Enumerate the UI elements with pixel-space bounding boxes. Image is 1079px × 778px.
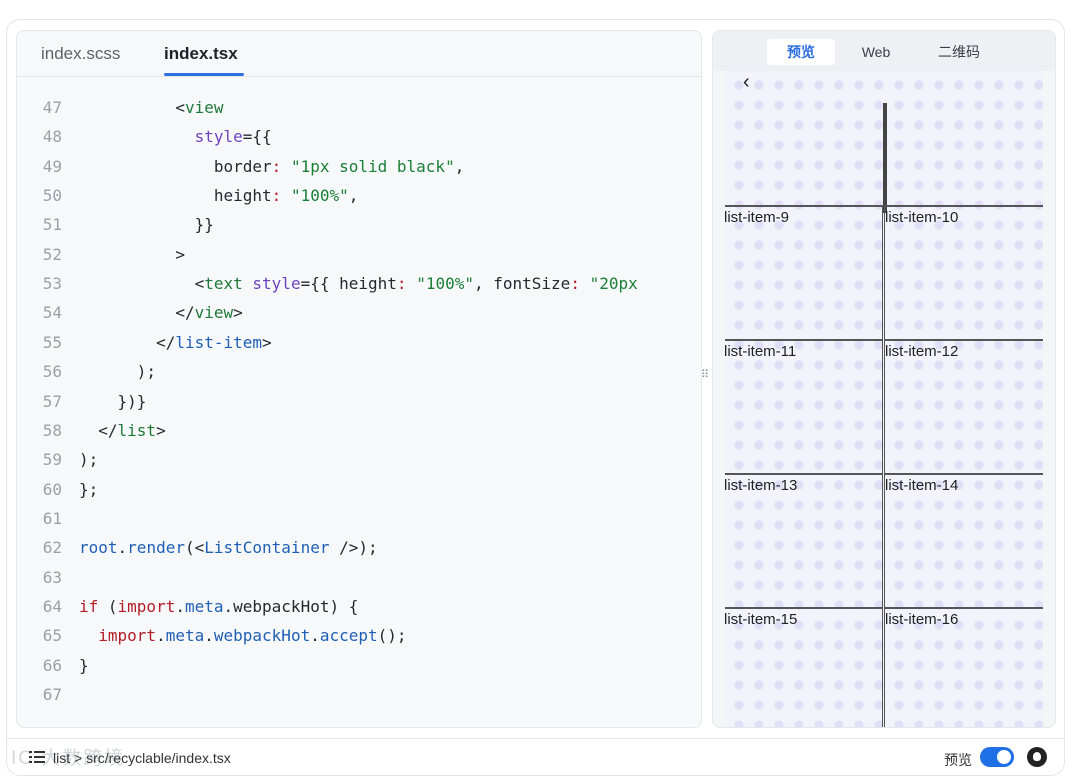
active-tab-indicator [164,73,244,76]
line-number: 66 [42,655,62,675]
line-number: 64 [42,596,62,616]
code-line[interactable]: 59); [17,445,701,474]
code-line[interactable]: 47 <view [17,93,701,122]
list-item: list-item-12 [884,339,1043,475]
code-line[interactable]: 56 ); [17,357,701,386]
code-line[interactable]: 49 border: "1px solid black", [17,152,701,181]
device-preview: ‹ list-item-9 list-item-10 list-item-11 … [725,71,1043,727]
tab-preview[interactable]: 预览 [767,39,835,65]
list-item: list-item-10 [884,205,1043,341]
line-content: if (import.meta.webpackHot) { [79,596,359,616]
list-item: list-item-14 [884,473,1043,609]
line-number: 60 [42,479,62,499]
code-line[interactable]: 53 <text style={{ height: "100%", fontSi… [17,269,701,298]
code-area[interactable]: 47 <view 48 style={{49 border: "1px solid… [17,77,701,727]
list-item-label: list-item-11 [725,343,797,360]
code-line[interactable]: 50 height: "100%", [17,181,701,210]
line-content: <view [175,98,224,117]
list-menu-icon[interactable] [29,750,45,764]
line-number: 51 [42,215,62,235]
chevron-left-icon[interactable]: ‹ [743,71,750,94]
tab-index-tsx[interactable]: index.tsx [164,44,238,64]
list-item-label: list-item-10 [885,209,959,226]
code-line[interactable]: 64 if (import.meta.webpackHot) { [17,592,701,621]
line-number: 53 [42,274,62,294]
line-content: </list-item> [79,332,272,352]
column-divider [885,103,887,213]
line-content: style={{ [194,127,272,147]
line-number: 59 [42,450,62,470]
code-line[interactable]: 65 import.meta.webpackHot.accept(); [17,621,701,650]
line-content: ); [79,362,157,382]
line-content: }} [79,215,214,235]
code-line[interactable]: 63 [17,563,701,592]
list-item-label: list-item-13 [725,477,798,494]
line-content: height: "100%", [213,186,359,206]
line-number: 67 [42,685,62,704]
line-number: 57 [42,391,62,411]
preview-toggle-label: 预览 [944,752,972,768]
line-number: 56 [42,362,62,382]
line-number: 62 [42,538,62,558]
line-content: }; [79,479,99,499]
line-content: </list> [79,420,166,440]
code-line[interactable]: 55 </list-item> [17,328,701,357]
code-line[interactable]: 67 [17,680,701,709]
code-editor: index.scss index.tsx 47 <view 48 style={{… [16,30,702,728]
code-line[interactable]: 54 </view> [17,298,701,327]
tab-index-scss[interactable]: index.scss [41,44,120,64]
code-line[interactable]: 58 </list> [17,416,701,445]
line-number: 49 [42,156,62,176]
code-line[interactable]: 57 })} [17,387,701,416]
preview-toggle[interactable] [980,747,1014,767]
line-content: root.render(<ListContainer />); [79,538,378,558]
code-line[interactable]: 52 > [17,240,701,269]
line-content: } [79,655,89,675]
code-line[interactable]: 48 style={{ [17,122,701,151]
line-number: 48 [42,127,62,147]
line-number: 55 [42,332,62,352]
resize-handle-icon[interactable]: ⠿ [701,370,709,381]
editor-tabs: index.scss index.tsx [17,31,701,77]
code-line[interactable]: 62 root.render(<ListContainer />); [17,533,701,562]
list-item-label: list-item-12 [885,343,959,360]
line-number: 52 [42,244,62,264]
line-number: 65 [42,626,62,646]
list-item-label: list-item-14 [885,477,959,494]
file-breadcrumb: list > src/recyclable/index.tsx [53,750,231,766]
code-line[interactable]: 66} [17,651,701,680]
line-number: 63 [42,567,62,587]
playground-frame: index.scss index.tsx 47 <view 48 style={{… [6,19,1065,776]
tab-qrcode[interactable]: 二维码 [923,39,995,65]
code-line[interactable]: 61 [17,504,701,533]
line-content: <text style={{ height: "100%", fontSize:… [79,274,638,294]
line-content: > [79,244,185,264]
footer-bar: IC 大数跨境 list > src/recyclable/index.tsx … [7,738,1064,776]
list-item: list-item-13 [725,473,883,609]
line-content: border: "1px solid black", [213,156,465,176]
code-line[interactable]: 60}; [17,475,701,504]
list-item: list-item-9 [725,205,883,341]
line-content: ); [79,450,99,470]
line-number: 54 [42,303,62,323]
preview-tabs: 预览 Web 二维码 [713,31,1055,71]
github-icon[interactable] [1027,747,1047,767]
list-item: list-item-16 [884,607,1043,727]
list-item: list-item-15 [725,607,883,727]
tab-web[interactable]: Web [845,39,907,65]
line-number: 61 [42,508,62,528]
list-item-label: list-item-16 [885,611,959,628]
list-item-label: list-item-15 [725,611,798,628]
code-line[interactable]: 51 }} [17,210,701,239]
line-content: })} [79,391,147,411]
list-item: list-item-11 [725,339,883,475]
preview-panel: 预览 Web 二维码 ‹ list-item-9 list-item-10 li… [712,30,1056,728]
line-number: 47 [42,98,62,117]
line-content: </view> [79,303,243,323]
line-number: 50 [42,186,62,206]
line-number: 58 [42,420,62,440]
line-content: import.meta.webpackHot.accept(); [98,626,407,646]
list-item-label: list-item-9 [725,209,790,226]
